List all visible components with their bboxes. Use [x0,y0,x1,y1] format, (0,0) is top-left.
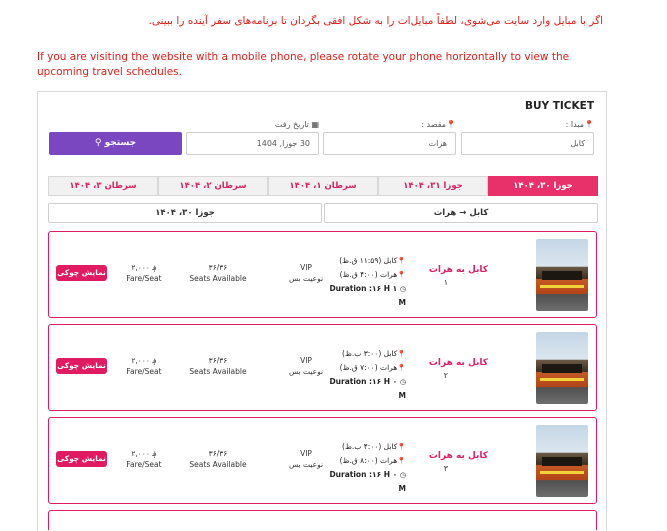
map-pin-icon: 📍 [397,443,406,451]
destination-label: 📍مقصد : [421,120,456,129]
route-date: جوزا ۳۰، ۱۴۰۴ [48,203,322,223]
date-tab[interactable]: سرطان ۳، ۱۴۰۴ [48,176,158,196]
bus-type: VIP نوعیت بس [288,263,324,283]
map-pin-icon: 📍 [446,120,456,129]
destination-field[interactable]: هرات [323,132,456,155]
date-tabs: جوزا ۳۰، ۱۴۰۴ جوزا ۳۱، ۱۴۰۴ سرطان ۱، ۱۴۰… [48,176,598,196]
trip-times: 📍کابل (۱۱:۵۹ ق.ظ) 📍هرات (۴:۰۰ ق.ظ) ◷ Dur… [329,256,406,307]
fare: ۲,۰۰۰ ؋ Fare/Seat [126,449,162,469]
trip-card: کابل به هرات ۲ 📍کابل (۳:۰۰ ب.ظ) 📍هرات (۷… [48,324,597,411]
seats-available: ۳۶/۳۶ Seats Available [189,356,247,376]
clock-icon: ◷ [399,285,406,293]
fare: ۲,۰۰۰ ؋ Fare/Seat [126,263,162,283]
date-tab[interactable]: سرطان ۱، ۱۴۰۴ [268,176,378,196]
trip-route: کابل به هرات [428,265,488,275]
trip-number: ۲ [443,371,448,380]
trip-times: 📍کابل (۳:۰۰ ب.ظ) 📍هرات (۷:۰۰ ق.ظ) ◷ Dura… [329,349,406,400]
calendar-icon: ▦ [311,120,319,129]
bus-type: VIP نوعیت بس [288,356,324,376]
origin-field[interactable]: کابل [461,132,594,155]
bus-type: VIP نوعیت بس [288,449,324,469]
trip-route: کابل به هرات [428,358,488,368]
map-pin-icon: 📍 [397,257,406,265]
seats-available: ۳۶/۳۶ Seats Available [189,263,247,283]
trip-times: 📍کابل (۴:۰۰ ب.ظ) 📍هرات (۸:۰۰ ق.ظ) ◷ Dura… [329,442,406,493]
clock-icon: ◷ [399,471,406,479]
trip-route: کابل به هرات [428,451,488,461]
trip-card: کابل به هرات ۱ 📍کابل (۱۱:۵۹ ق.ظ) 📍هرات (… [48,231,597,318]
date-field[interactable]: 30 جوزا, 1404 [186,132,319,155]
bus-photo [536,425,588,497]
map-pin-icon: 📍 [397,364,406,372]
map-pin-icon: 📍 [397,271,406,279]
mobile-notice-en-text: If you are visiting the website with a m… [37,51,570,78]
origin-label: 📍مبدا : [565,120,594,129]
bus-photo [536,332,588,404]
ticket-panel: BUY TICKET 📍مبدا : کابل 📍مقصد : هرات ▦ ت… [37,91,607,531]
trip-number: ۱ [443,278,448,287]
mobile-notice-fa: اگر با مبایل وارد سایت می‌شوی، لطفاً مبا… [148,15,603,27]
date-tab[interactable]: جوزا ۳۱، ۱۴۰۴ [378,176,488,196]
search-button[interactable]: ⚲ جستجو [49,132,182,155]
trip-card [48,510,597,530]
fare: ۲,۰۰۰ ؋ Fare/Seat [126,356,162,376]
route-summary-bar: کابل → هرات جوزا ۳۰، ۱۴۰۴ [48,203,598,223]
trip-card: کابل به هرات ۳ 📍کابل (۴:۰۰ ب.ظ) 📍هرات (۸… [48,417,597,504]
map-pin-icon: 📍 [397,457,406,465]
search-icon: ⚲ [94,138,102,148]
show-seats-button[interactable]: نمایش چوکی [56,451,107,467]
bus-photo [536,239,588,311]
show-seats-button[interactable]: نمایش چوکی [56,265,107,281]
map-pin-icon: 📍 [397,350,406,358]
clock-icon: ◷ [399,378,406,386]
date-label: ▦ تاریخ رفت [274,120,319,129]
date-tab[interactable]: جوزا ۳۰، ۱۴۰۴ [488,176,598,196]
map-pin-icon: 📍 [584,120,594,129]
buy-ticket-title: BUY TICKET [524,100,594,112]
seats-available: ۳۶/۳۶ Seats Available [189,449,247,469]
trip-number: ۳ [443,464,448,473]
mobile-notice-en: If you are visiting the website with a m… [37,50,597,80]
show-seats-button[interactable]: نمایش چوکی [56,358,107,374]
date-tab[interactable]: سرطان ۲، ۱۴۰۴ [158,176,268,196]
arrow-right-icon: → [459,208,467,218]
route-summary: کابل → هرات [324,203,598,223]
